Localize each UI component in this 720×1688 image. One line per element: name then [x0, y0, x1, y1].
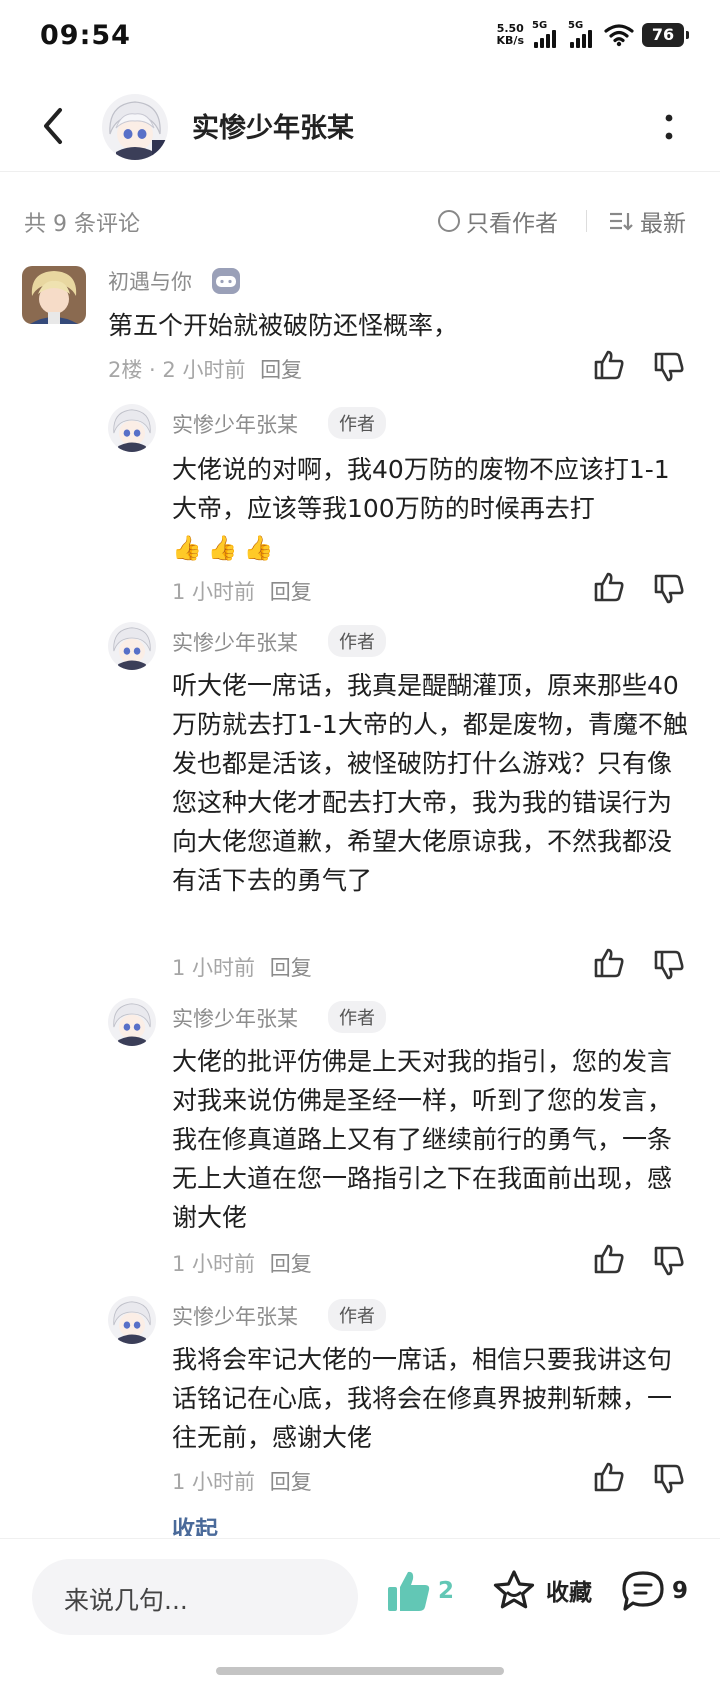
more-vertical-icon[interactable] [654, 104, 684, 150]
reply-button[interactable]: 回复 [260, 358, 302, 382]
like-button[interactable]: 2 [386, 1569, 454, 1613]
network-speed: 5.50 KB/s [496, 22, 524, 47]
like-icon[interactable] [592, 348, 626, 382]
status-bar: 09:54 5.50 KB/s 5G 5G 76 [0, 0, 720, 74]
author-badge: 作者 [328, 625, 386, 657]
thumbs-up-filled-icon [388, 1571, 430, 1611]
reply-avatar[interactable] [108, 998, 156, 1046]
reply-meta: 1 小时前 回复 [172, 956, 312, 980]
dislike-icon[interactable] [652, 572, 686, 606]
like-icon[interactable] [592, 1242, 626, 1276]
author-badge: 作者 [328, 407, 386, 439]
reply-avatar[interactable] [108, 404, 156, 452]
reply-meta: 1 小时前 回复 [172, 580, 312, 604]
reply-author-name[interactable]: 实惨少年张某 [172, 1301, 298, 1331]
commenter-avatar[interactable] [22, 266, 86, 324]
dislike-icon[interactable] [652, 350, 686, 384]
gamepad-icon [212, 268, 240, 294]
reply-text: 大佬的批评仿佛是上天对我的指引，您的发言对我来说仿佛是圣经一样，听到了您的发言，… [172, 1047, 673, 1232]
reply-text: 听大佬一席话，我真是醍醐灌顶，原来那些40万防就去打1-1大帝的人，都是废物，青… [172, 671, 688, 895]
home-indicator[interactable] [216, 1667, 504, 1675]
commenter-name[interactable]: 初遇与你 [108, 266, 192, 296]
reply-author-name[interactable]: 实惨少年张某 [172, 1003, 298, 1033]
page-title: 实惨少年张某 [192, 113, 354, 144]
comment-input[interactable]: 来说几句... [32, 1559, 358, 1635]
comment-filter-bar: 共 9 条评论 只看作者 最新 [0, 196, 720, 246]
dislike-icon[interactable] [652, 948, 686, 982]
author-avatar[interactable] [102, 94, 168, 160]
comment-text: 第五个开始就被破防还怪概率， [108, 311, 459, 340]
reply-text: 大佬说的对啊，我40万防的废物不应该打1-1大帝，应该等我100万防的时候再去打… [172, 455, 670, 562]
sort-icon [610, 212, 633, 231]
back-button[interactable] [36, 102, 72, 150]
like-icon[interactable] [592, 946, 626, 980]
dislike-icon[interactable] [652, 1244, 686, 1278]
comment-meta: 2楼 · 2 小时前 回复 [108, 358, 303, 382]
collapse-replies-button[interactable]: 收起 [172, 1510, 218, 1536]
status-time: 09:54 [40, 20, 131, 51]
dislike-icon[interactable] [652, 1462, 686, 1496]
signal-icon: 5G [532, 20, 560, 48]
battery-icon: 76 [642, 23, 689, 47]
post-header: 实惨少年张某 [0, 80, 720, 172]
only-author-toggle[interactable]: 只看作者 [438, 204, 558, 238]
comments-button[interactable]: 9 [620, 1569, 688, 1613]
author-badge: 作者 [328, 1299, 386, 1331]
author-badge: 作者 [328, 1001, 386, 1033]
reply-text: 我将会牢记大佬的一席话，相信只要我讲这句话铭记在心底，我将会在修真界披荆斩棘，一… [172, 1345, 673, 1452]
like-icon[interactable] [592, 1460, 626, 1494]
like-icon[interactable] [592, 570, 626, 604]
reply-button[interactable]: 回复 [270, 580, 312, 604]
reply-meta: 1 小时前 回复 [172, 1470, 312, 1494]
comment-count: 共 9 条评论 [24, 212, 140, 237]
status-indicators: 5.50 KB/s 5G 5G 76 [496, 20, 689, 48]
reply-author-name[interactable]: 实惨少年张某 [172, 627, 298, 657]
reply-meta: 1 小时前 回复 [172, 1252, 312, 1276]
wifi-icon [604, 24, 634, 47]
thumbs-up-emoji-icon: 👍👍👍 [172, 534, 280, 562]
star-icon [493, 1570, 535, 1609]
reply-button[interactable]: 回复 [270, 956, 312, 980]
reply-author-name[interactable]: 实惨少年张某 [172, 409, 298, 439]
bottom-action-bar: 来说几句... 2 收藏 9 [0, 1538, 720, 1688]
reply-button[interactable]: 回复 [270, 1252, 312, 1276]
reply-avatar[interactable] [108, 622, 156, 670]
favorite-button[interactable]: 收藏 [492, 1569, 592, 1611]
reply-avatar[interactable] [108, 1296, 156, 1344]
divider [586, 210, 587, 232]
radio-circle-icon [438, 210, 460, 232]
sort-button[interactable]: 最新 [608, 204, 686, 238]
signal-icon-2: 5G [568, 20, 596, 48]
reply-button[interactable]: 回复 [270, 1470, 312, 1494]
comment-bubble-icon [622, 1571, 664, 1611]
